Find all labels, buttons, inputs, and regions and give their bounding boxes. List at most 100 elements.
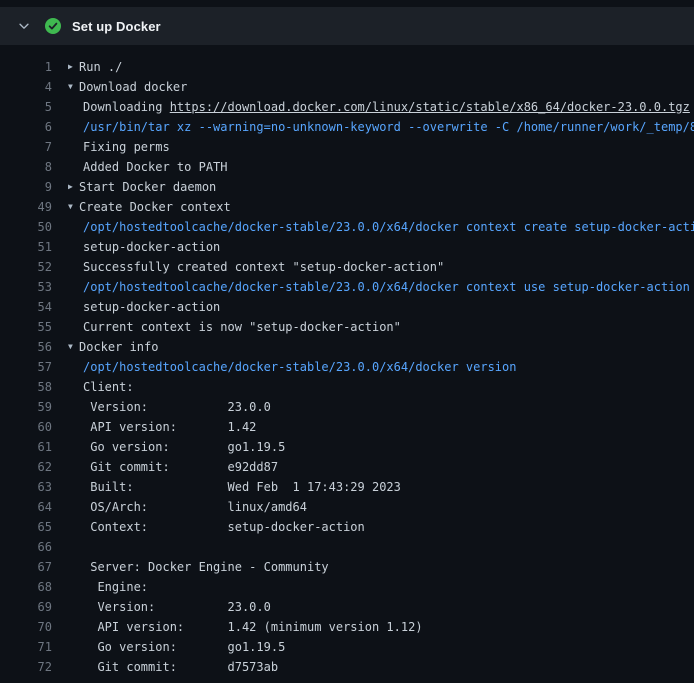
log-group-line[interactable]: 4 ▼Download docker <box>0 77 694 97</box>
log-line-number[interactable]: 8 <box>0 157 52 177</box>
log-line-number[interactable]: 52 <box>0 257 52 277</box>
log-command-text: /opt/hostedtoolcache/docker-stable/23.0.… <box>68 217 694 237</box>
log-text: Git commit: d7573ab <box>68 657 694 677</box>
log-group-content[interactable]: ▼Docker info <box>68 337 694 357</box>
log-group-title: Run ./ <box>79 60 122 74</box>
log-line-number[interactable]: 49 <box>0 197 52 217</box>
log-line-number[interactable]: 1 <box>0 57 52 77</box>
success-check-circle-icon <box>45 18 61 34</box>
log-group-content[interactable]: ▼Create Docker context <box>68 197 694 217</box>
log-group-content[interactable]: ▶Start Docker daemon <box>68 177 694 197</box>
log-text: Downloading https://download.docker.com/… <box>68 97 694 117</box>
log-line-number[interactable]: 53 <box>0 277 52 297</box>
log-line-number[interactable]: 59 <box>0 397 52 417</box>
log-command-text: /opt/hostedtoolcache/docker-stable/23.0.… <box>68 357 694 377</box>
log-group-content[interactable]: ▶Run ./ <box>68 57 694 77</box>
log-line: 61 Go version: go1.19.5 <box>0 437 694 457</box>
log-line-number[interactable]: 66 <box>0 537 52 557</box>
log-group-title: Download docker <box>79 80 187 94</box>
log-line: 54setup-docker-action <box>0 297 694 317</box>
log-line: 50/opt/hostedtoolcache/docker-stable/23.… <box>0 217 694 237</box>
log-text: Client: <box>68 377 694 397</box>
log-line-number[interactable]: 56 <box>0 337 52 357</box>
log-line: 66 <box>0 537 694 557</box>
log-url-link[interactable]: https://download.docker.com/linux/static… <box>170 100 690 114</box>
log-group-line[interactable]: 56 ▼Docker info <box>0 337 694 357</box>
log-line-number[interactable]: 69 <box>0 597 52 617</box>
log-command-text: /usr/bin/tar xz --warning=no-unknown-key… <box>68 117 694 137</box>
log-line-number[interactable]: 64 <box>0 497 52 517</box>
log-line-number[interactable]: 72 <box>0 657 52 677</box>
log-text: Server: Docker Engine - Community <box>68 557 694 577</box>
log-text: Context: setup-docker-action <box>68 517 694 537</box>
log-line-number[interactable]: 62 <box>0 457 52 477</box>
group-expanded-triangle-icon[interactable]: ▼ <box>68 337 79 357</box>
group-expanded-triangle-icon[interactable]: ▼ <box>68 77 79 97</box>
log-line-number[interactable]: 54 <box>0 297 52 317</box>
step-header[interactable]: Set up Docker <box>0 7 694 45</box>
log-text: setup-docker-action <box>68 237 694 257</box>
group-collapsed-triangle-icon[interactable]: ▶ <box>68 57 79 77</box>
log-line-number[interactable]: 61 <box>0 437 52 457</box>
log-line: 69 Version: 23.0.0 <box>0 597 694 617</box>
log-line: 58 Client: <box>0 377 694 397</box>
log-line: 72 Git commit: d7573ab <box>0 657 694 677</box>
log-group-line[interactable]: 9 ▶Start Docker daemon <box>0 177 694 197</box>
log-line-number[interactable]: 70 <box>0 617 52 637</box>
log-line: 67 Server: Docker Engine - Community <box>0 557 694 577</box>
log-line-number[interactable]: 63 <box>0 477 52 497</box>
step-title: Set up Docker <box>72 19 161 34</box>
log-line-number[interactable]: 6 <box>0 117 52 137</box>
log-group-title: Create Docker context <box>79 200 231 214</box>
log-line-number[interactable]: 9 <box>0 177 52 197</box>
log-line-number[interactable]: 58 <box>0 377 52 397</box>
log-line: 57/opt/hostedtoolcache/docker-stable/23.… <box>0 357 694 377</box>
log-line: 8 Added Docker to PATH <box>0 157 694 177</box>
log-line: 65 Context: setup-docker-action <box>0 517 694 537</box>
log-line-number[interactable]: 51 <box>0 237 52 257</box>
log-text: Added Docker to PATH <box>68 157 694 177</box>
group-collapsed-triangle-icon[interactable]: ▶ <box>68 177 79 197</box>
log-line: 55 Current context is now "setup-docker-a… <box>0 317 694 337</box>
log-text: API version: 1.42 (minimum version 1.12) <box>68 617 694 637</box>
log-line: 7 Fixing perms <box>0 137 694 157</box>
log-command-text: /opt/hostedtoolcache/docker-stable/23.0.… <box>68 277 694 297</box>
log-line: 68 Engine: <box>0 577 694 597</box>
log-line: 5 Downloading https://download.docker.com… <box>0 97 694 117</box>
log-group-content[interactable]: ▼Download docker <box>68 77 694 97</box>
log-line-number[interactable]: 71 <box>0 637 52 657</box>
log-line-number[interactable]: 5 <box>0 97 52 117</box>
log-line-number[interactable]: 7 <box>0 137 52 157</box>
log-line: 59 Version: 23.0.0 <box>0 397 694 417</box>
group-expanded-triangle-icon[interactable]: ▼ <box>68 197 79 217</box>
log-text: Fixing perms <box>68 137 694 157</box>
actions-log-viewport: Set up Docker 1▶Run ./4▼Download docker5… <box>0 0 694 683</box>
log-line-number[interactable]: 68 <box>0 577 52 597</box>
log-line: 70 API version: 1.42 (minimum version 1.… <box>0 617 694 637</box>
log-line: 53/opt/hostedtoolcache/docker-stable/23.… <box>0 277 694 297</box>
log-line-number[interactable]: 55 <box>0 317 52 337</box>
log-line: 51 setup-docker-action <box>0 237 694 257</box>
log-text: Current context is now "setup-docker-act… <box>68 317 694 337</box>
chevron-down-icon[interactable] <box>16 18 32 34</box>
log-text: Engine: <box>68 577 694 597</box>
log-line: 71 Go version: go1.19.5 <box>0 637 694 657</box>
log-text: Git commit: e92dd87 <box>68 457 694 477</box>
log-line-number[interactable]: 67 <box>0 557 52 577</box>
log-group-line[interactable]: 49 ▼Create Docker context <box>0 197 694 217</box>
log-line-number[interactable]: 65 <box>0 517 52 537</box>
log-text: OS/Arch: linux/amd64 <box>68 497 694 517</box>
log-line-number[interactable]: 60 <box>0 417 52 437</box>
log-link-prefix: Downloading <box>83 100 170 114</box>
log-text: API version: 1.42 <box>68 417 694 437</box>
log-line: 6/usr/bin/tar xz --warning=no-unknown-ke… <box>0 117 694 137</box>
log-lines: 1▶Run ./4▼Download docker5Downloading ht… <box>0 45 694 677</box>
log-group-line[interactable]: 1 ▶Run ./ <box>0 57 694 77</box>
log-line-number[interactable]: 50 <box>0 217 52 237</box>
log-line: 60 API version: 1.42 <box>0 417 694 437</box>
log-line: 62 Git commit: e92dd87 <box>0 457 694 477</box>
log-text: Go version: go1.19.5 <box>68 437 694 457</box>
log-text: Go version: go1.19.5 <box>68 637 694 657</box>
log-line-number[interactable]: 4 <box>0 77 52 97</box>
log-line-number[interactable]: 57 <box>0 357 52 377</box>
